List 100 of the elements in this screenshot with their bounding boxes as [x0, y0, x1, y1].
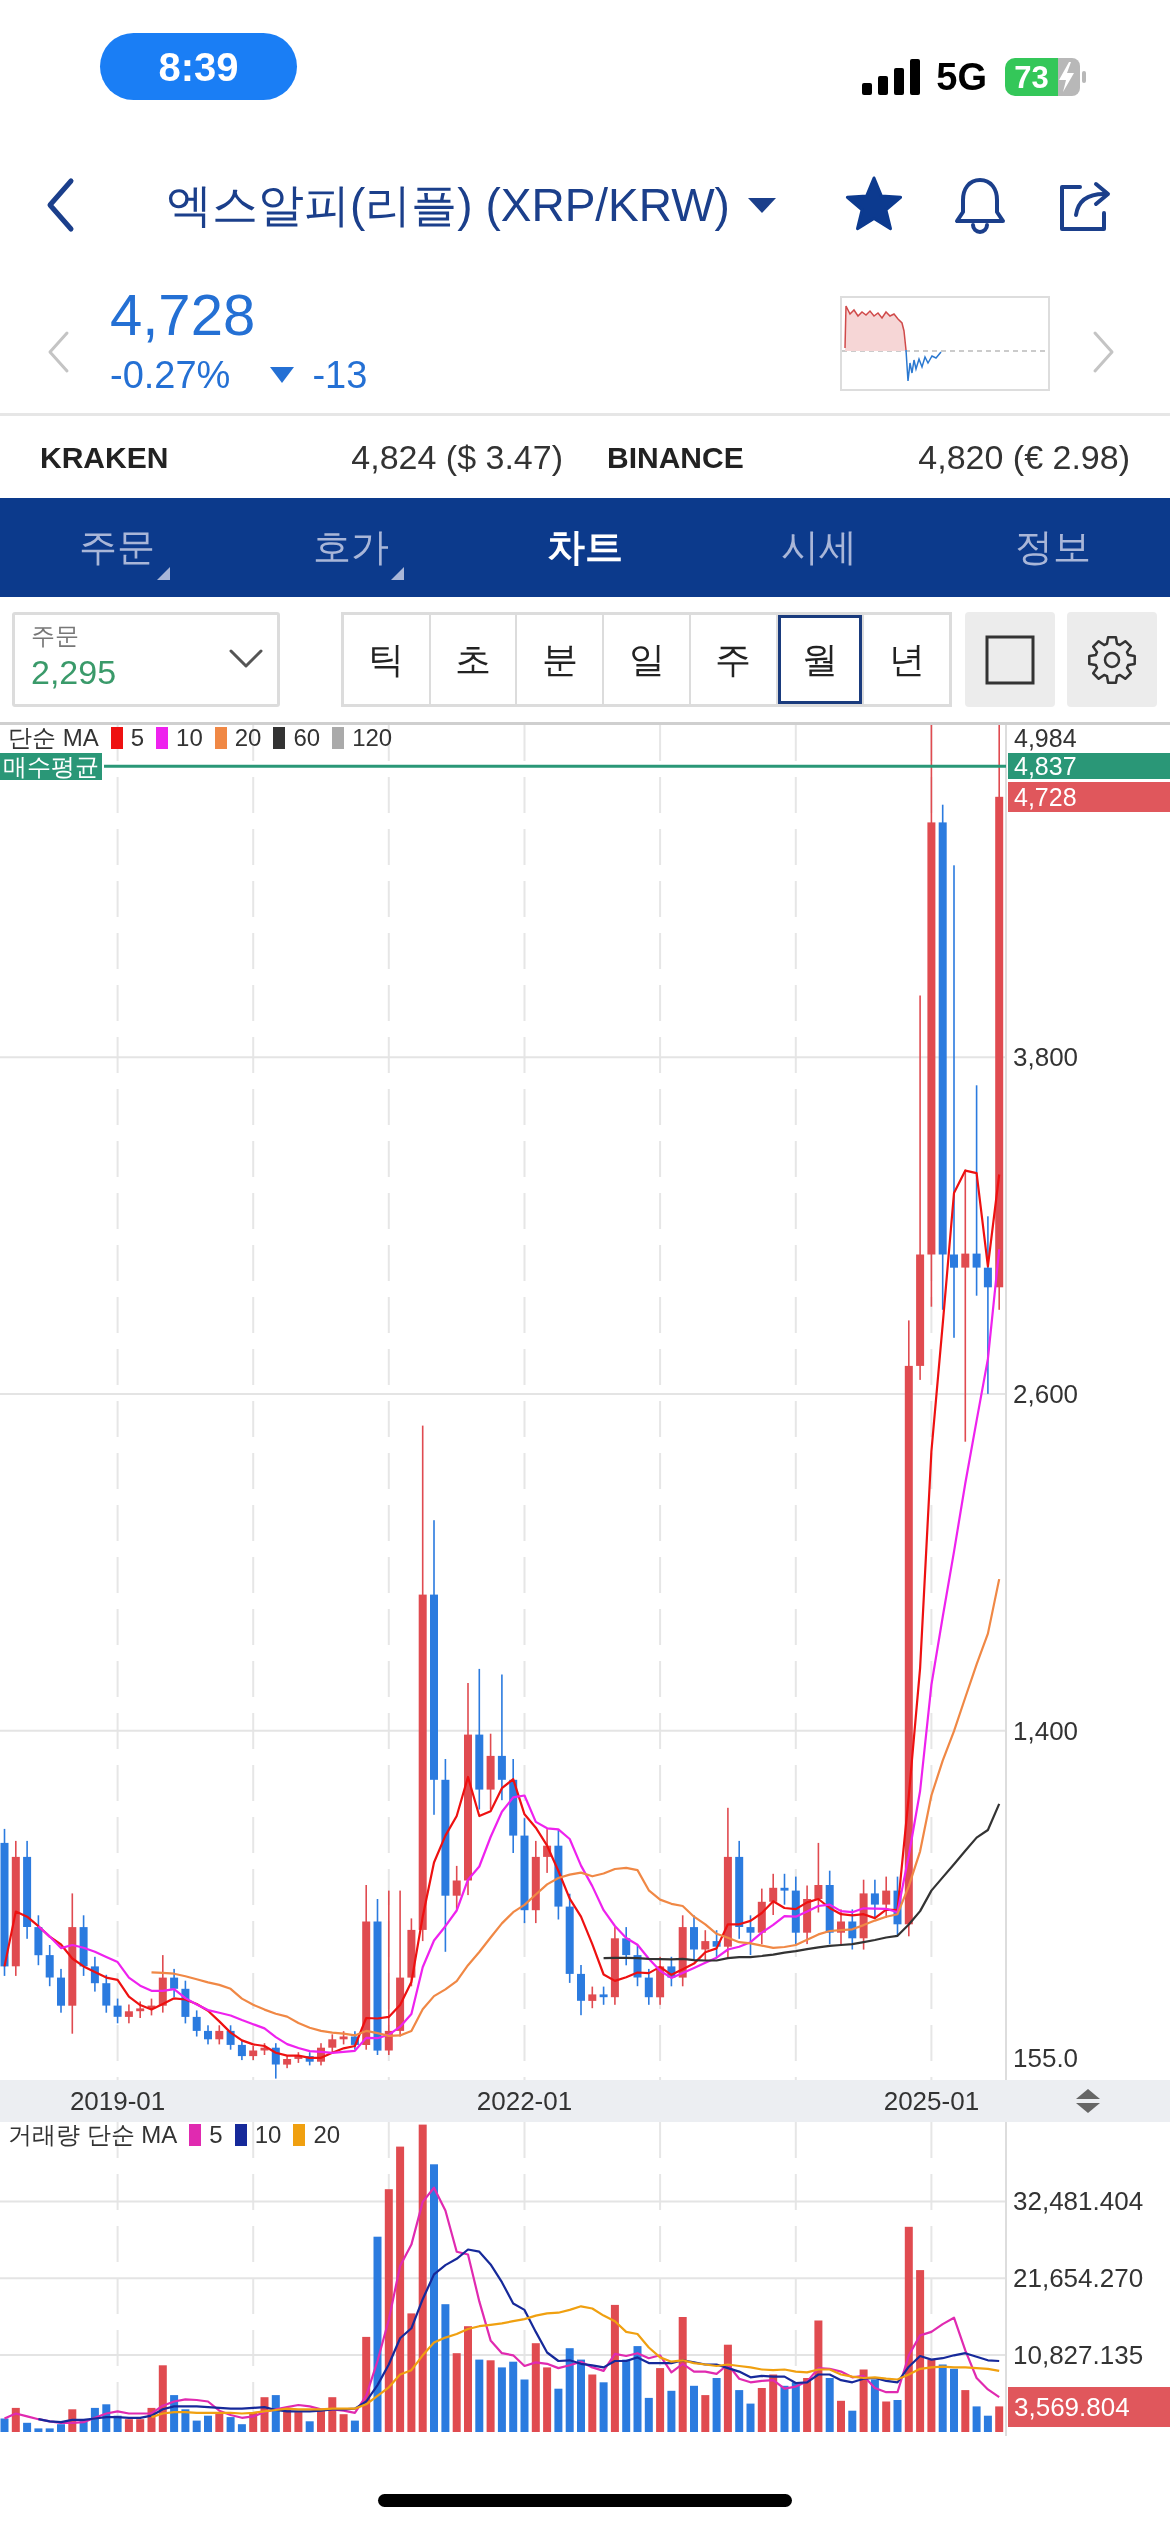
last-volume-tag: 3,569.804	[1008, 2386, 1170, 2427]
period-tab[interactable]: 월	[777, 615, 865, 704]
bar	[972, 2406, 981, 2432]
bar	[848, 2410, 857, 2432]
tab[interactable]: 차트	[468, 498, 702, 597]
bar	[396, 2146, 405, 2432]
bar	[780, 2385, 789, 2432]
legend-label: 20	[313, 2122, 341, 2148]
up-down-arrows-icon[interactable]	[1075, 2088, 1101, 2114]
bar	[916, 2270, 925, 2432]
bar	[181, 2409, 190, 2432]
tab[interactable]: 주문	[0, 498, 234, 597]
bar	[464, 2326, 472, 2432]
chevron-right-icon	[1092, 330, 1116, 374]
legend-label: 10	[254, 2122, 282, 2148]
bar	[701, 2395, 710, 2432]
bar	[497, 2367, 506, 2432]
period-tab[interactable]: 초	[430, 615, 518, 704]
bar	[45, 2428, 54, 2432]
axis-label: 155.0	[1013, 2044, 1079, 2072]
bar	[927, 2359, 936, 2432]
bar	[509, 2361, 518, 2432]
bar	[656, 2368, 665, 2432]
period-tab[interactable]: 주	[690, 615, 778, 704]
bar	[610, 2304, 619, 2432]
bar	[23, 2422, 32, 2432]
bar	[769, 2374, 778, 2432]
bar	[995, 2406, 1004, 2432]
legend-label: 120	[352, 725, 393, 751]
axis-label: 1,400	[1013, 1716, 1079, 1745]
bar	[271, 2395, 280, 2432]
square-icon	[985, 634, 1035, 685]
chevron-down-icon	[229, 649, 263, 669]
legend-label: 5	[130, 725, 145, 751]
bar	[599, 2382, 608, 2432]
bar	[961, 2390, 970, 2432]
date-label: 2019-01	[68, 2085, 167, 2118]
bar	[215, 2412, 224, 2432]
bar	[328, 2397, 337, 2432]
exchange-name: KRAKEN	[40, 439, 169, 476]
tab[interactable]: 정보	[936, 498, 1170, 597]
bar	[430, 2164, 438, 2432]
bar	[814, 2320, 823, 2432]
bar	[565, 2348, 574, 2432]
bar	[870, 2379, 879, 2432]
bar	[204, 2415, 212, 2432]
bar	[667, 2390, 676, 2432]
legend-label: 10	[176, 725, 203, 751]
bar	[723, 2344, 732, 2432]
average-price-tag: 4,837	[1008, 753, 1170, 780]
axis-label: 3,800	[1013, 1043, 1079, 1072]
change-amount: -13	[312, 353, 368, 397]
exchange-price: 4,820 (€ 2.98)	[918, 436, 1130, 478]
bar	[893, 2400, 902, 2432]
exchange-price: 4,824 ($ 3.47)	[351, 436, 563, 478]
order-select[interactable]: 주문 2,295	[12, 612, 280, 707]
change-percent: -0.27%	[110, 353, 231, 397]
bar	[136, 2419, 145, 2432]
bar	[791, 2382, 800, 2432]
tab[interactable]: 시세	[702, 498, 936, 597]
bar	[644, 2397, 653, 2432]
bar	[904, 2226, 913, 2432]
bar	[158, 2365, 167, 2432]
square-toggle-button[interactable]	[965, 612, 1055, 707]
tab[interactable]: 호가	[234, 498, 468, 597]
bar	[441, 2304, 450, 2432]
legend-label: 5	[209, 2122, 223, 2148]
bar	[475, 2359, 484, 2432]
bar	[938, 2364, 947, 2432]
period-tab[interactable]: 년	[864, 615, 950, 704]
axis-label: 2,600	[1013, 1379, 1079, 1408]
legend-label: 20	[234, 725, 262, 751]
battery-level: 73	[1005, 58, 1058, 96]
bar	[11, 2407, 20, 2432]
average-price-label: 매수평균	[0, 752, 102, 780]
bar	[486, 2360, 495, 2432]
settings-button[interactable]	[1067, 612, 1157, 707]
bar	[735, 2390, 744, 2432]
axis-label: 32,481.404	[1013, 2187, 1144, 2216]
bar	[192, 2420, 201, 2432]
signal-icon	[862, 59, 921, 95]
date-label: 2025-01	[882, 2085, 981, 2118]
back-icon	[45, 177, 75, 233]
bar	[520, 2379, 529, 2432]
bar	[678, 2317, 687, 2432]
legend-title: 거래량 단순 MA	[8, 2122, 178, 2148]
bar	[452, 2353, 461, 2432]
period-tab[interactable]: 일	[604, 615, 691, 704]
bar	[543, 2367, 552, 2432]
bar	[859, 2369, 868, 2432]
bar	[837, 2400, 845, 2432]
status-time: 8:39	[100, 33, 297, 100]
caret-down-icon	[747, 197, 776, 213]
bar	[350, 2420, 359, 2432]
bar	[950, 2368, 958, 2432]
period-tab[interactable]: 분	[517, 615, 605, 704]
axis-label: 21,654.270	[1013, 2264, 1144, 2293]
bar	[803, 2378, 812, 2432]
bar	[825, 2378, 834, 2432]
period-tab[interactable]: 틱	[344, 615, 431, 704]
